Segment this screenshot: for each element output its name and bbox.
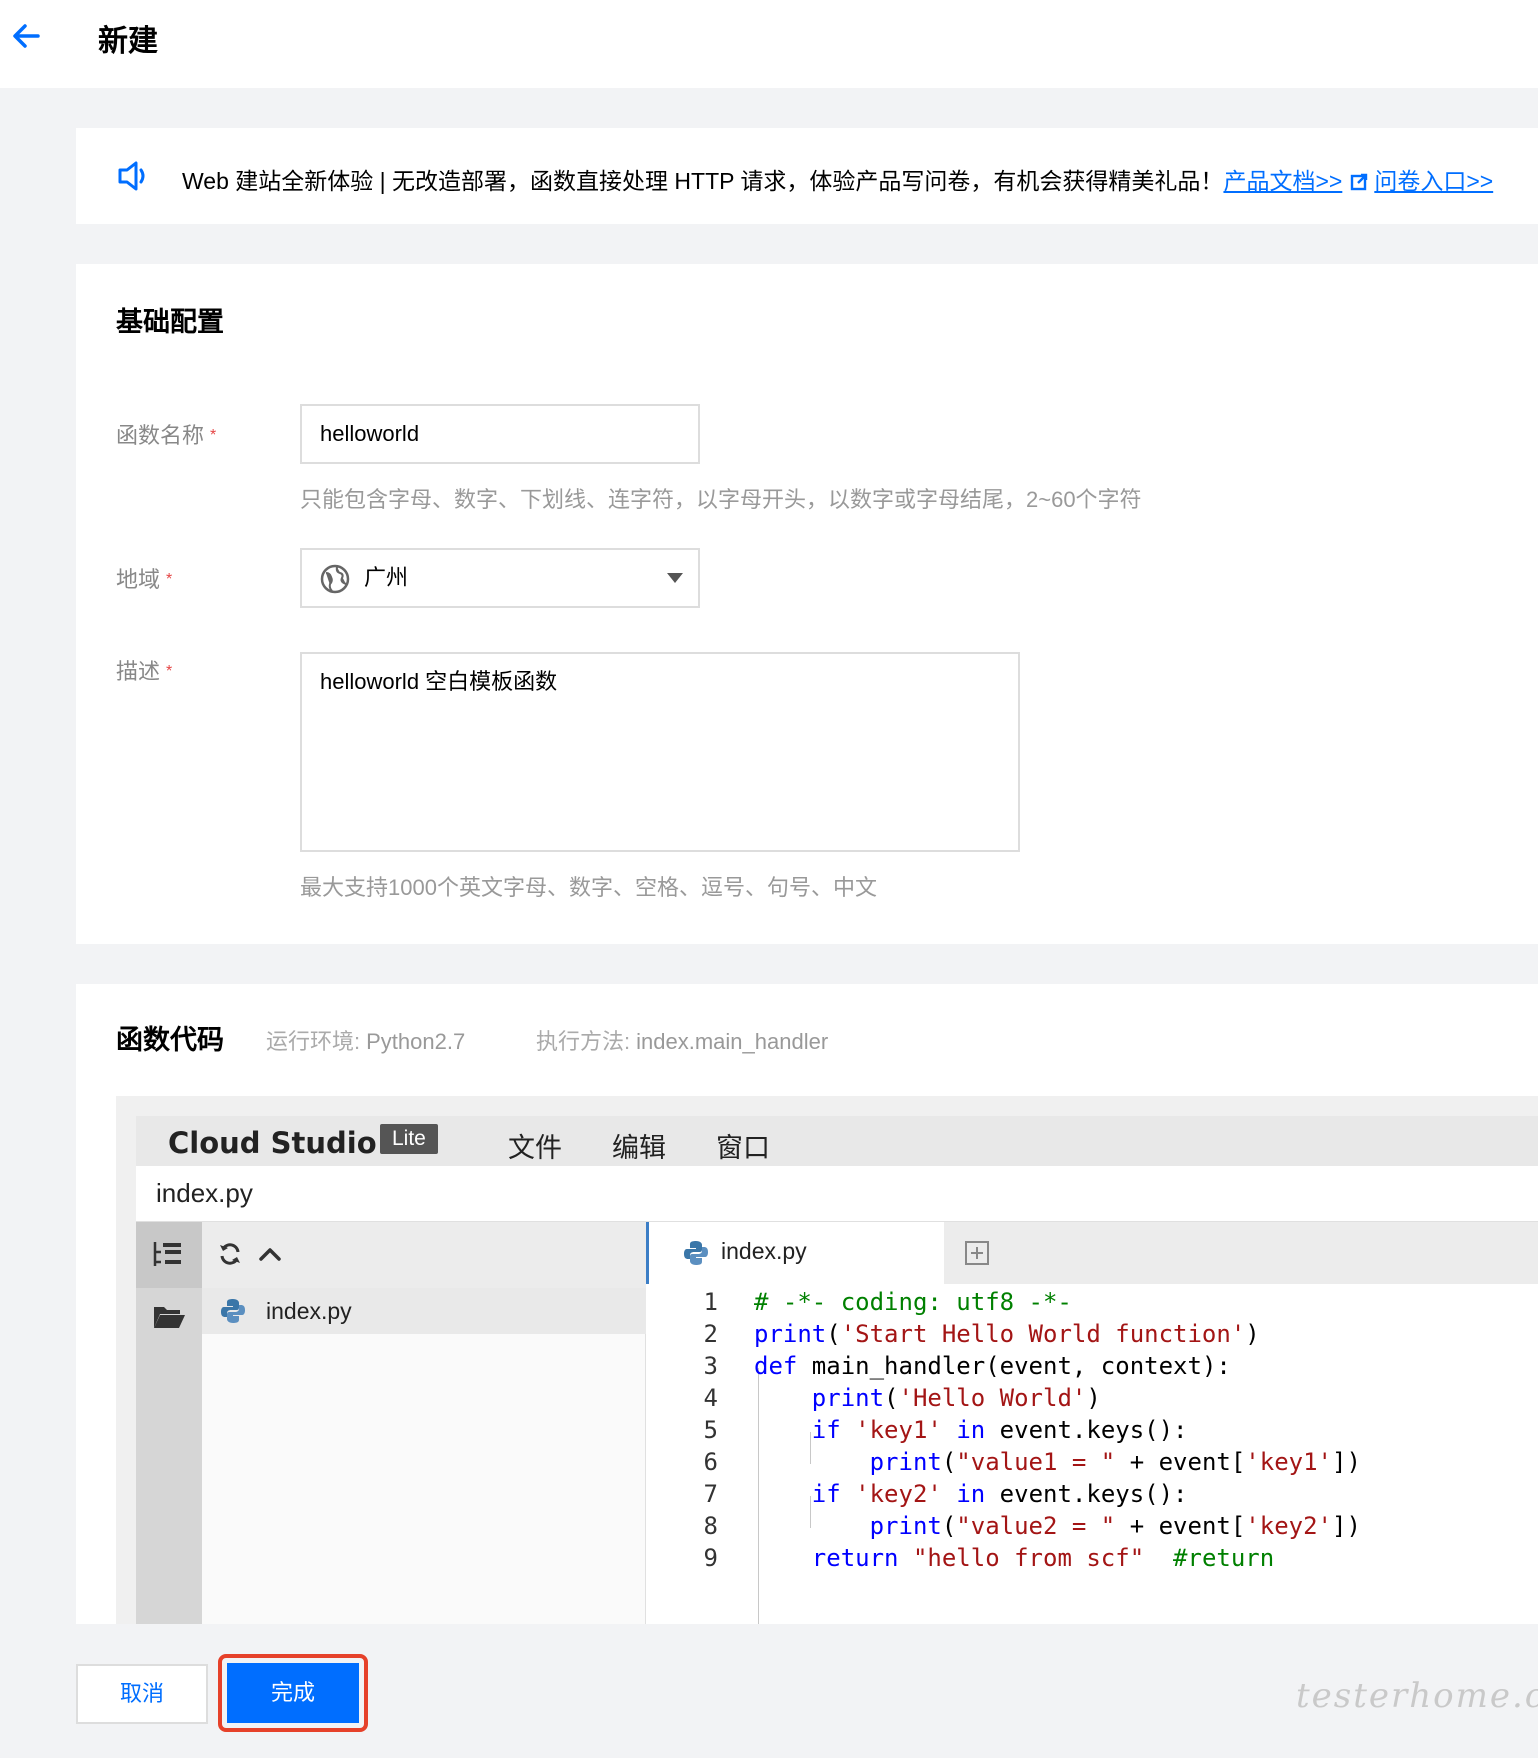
code-text: return "hello from scf" #return [811,1544,1275,1572]
line-number: 6 [703,1448,718,1476]
add-tab-icon[interactable] [964,1240,990,1266]
handler-value: index.main_handler [636,1029,829,1054]
explorer-file-item[interactable]: index.py [202,1288,646,1334]
collapse-up-icon[interactable] [258,1246,282,1262]
function-code-card: 函数代码 运行环境: Python2.7 执行方法: index.main_hand… [76,984,1538,1624]
notice-text-row: Web 建站全新体验 | 无改造部署，函数直接处理 HTTP 请求，体验产品写问… [182,162,1493,196]
function-code-title: 函数代码 [116,1025,224,1055]
line-number: 9 [703,1544,718,1572]
survey-link[interactable]: 问卷入口>> [1374,168,1493,194]
code-text: if 'key2' in event.keys(): [811,1480,1188,1508]
tree-list-icon [153,1242,181,1266]
watermark: testerhome.com [1296,1676,1538,1716]
handler-label: 执行方法: [536,1029,631,1054]
required-mark: * [166,663,173,680]
explorer-file-name: index.py [266,1298,352,1324]
menu-file[interactable]: 文件 [508,1126,562,1165]
refresh-icon[interactable] [218,1242,242,1266]
editor-tab-index-py[interactable]: index.py [646,1222,944,1284]
basic-config-title: 基础配置 [116,307,224,337]
line-number: 8 [703,1512,718,1540]
description-textarea[interactable]: helloworld 空白模板函数 [300,652,1020,852]
line-number: 7 [703,1480,718,1508]
handler-info: 执行方法: index.main_handler [536,1024,828,1056]
code-area[interactable]: 1 # -*- coding: utf8 -*- 2 print('Start He… [646,1284,1538,1624]
function-name-hint: 只能包含字母、数字、下划线、连字符，以字母开头，以数字或字母结尾，2~60个字符 [300,487,1142,512]
function-name-input[interactable]: helloworld [300,404,700,464]
top-bar: 新建 [0,0,1538,88]
python-file-icon [221,1299,245,1323]
menu-edit[interactable]: 编辑 [612,1126,666,1165]
description-label-text: 描述 [116,659,161,684]
line-number: 2 [703,1320,718,1348]
required-mark: * [166,571,173,588]
back-arrow-icon[interactable] [8,18,44,54]
notice-message: Web 建站全新体验 | 无改造部署，函数直接处理 HTTP 请求，体验产品写问… [182,168,1224,194]
globe-icon [320,564,350,594]
cancel-button[interactable]: 取消 [76,1664,208,1724]
code-text: if 'key1' in event.keys(): [811,1416,1188,1444]
line-number: 1 [703,1288,718,1316]
region-select[interactable]: 广州 [300,548,700,608]
cloud-studio-ide: Cloud Studio Lite 文件 编辑 窗口 index.py inde… [136,1116,1538,1624]
file-title: index.py [156,1178,253,1208]
runtime-value: Python2.7 [366,1029,466,1054]
code-text: print('Start Hello World function') [754,1320,1260,1348]
runtime-info: 运行环境: Python2.7 [266,1024,465,1056]
file-title-bar: index.py [136,1166,1538,1222]
ide-brand: Cloud Studio [168,1126,377,1160]
description-hint: 最大支持1000个英文字母、数字、空格、逗号、句号、中文 [300,875,877,900]
line-number: 5 [703,1416,718,1444]
editor-tabbar: index.py [646,1222,1538,1284]
function-name-label: 函数名称 * [116,418,216,450]
code-text: print("value1 = " + event['key1']) [869,1448,1361,1476]
dropdown-caret-icon [667,573,683,583]
explorer-toolbar [202,1222,646,1288]
code-editor: index.py 1 # -*- coding: utf8 -*- 2 print(… [646,1222,1538,1624]
folder-icon[interactable] [152,1304,186,1330]
activity-tree-button[interactable] [136,1222,202,1288]
code-text: print("value2 = " + event['key2']) [869,1512,1361,1540]
lite-badge: Lite [380,1124,438,1154]
function-name-label-text: 函数名称 [116,423,205,448]
basic-config-card: 基础配置 函数名称 * helloworld 只能包含字母、数字、下划线、连字符，… [76,264,1538,944]
region-label-text: 地域 [116,567,161,592]
line-number: 3 [703,1352,718,1380]
runtime-label: 运行环境: [266,1029,361,1054]
code-text: def main_handler(event, context): [754,1352,1231,1380]
done-button[interactable]: 完成 [227,1663,359,1723]
code-text: # -*- coding: utf8 -*- [754,1288,1072,1316]
file-explorer: index.py [202,1222,646,1624]
doc-link[interactable]: 产品文档>> [1223,168,1342,194]
line-number: 4 [703,1384,718,1412]
notice-banner: Web 建站全新体验 | 无改造部署，函数直接处理 HTTP 请求，体验产品写问… [76,128,1538,224]
required-mark: * [210,427,217,444]
activity-bar [136,1222,202,1624]
region-value: 广州 [364,565,409,590]
editor-tab-label: index.py [721,1238,807,1264]
python-file-icon [684,1241,708,1265]
external-link-icon[interactable] [1350,173,1368,191]
ide-frame: Cloud Studio Lite 文件 编辑 窗口 index.py inde… [116,1096,1538,1624]
speaker-icon [118,161,145,191]
page-title: 新建 [98,25,158,58]
menu-window[interactable]: 窗口 [716,1126,770,1165]
code-text: print('Hello World') [811,1384,1101,1412]
ide-menubar: Cloud Studio Lite 文件 编辑 窗口 [136,1116,1538,1166]
description-label: 描述 * [116,654,172,686]
region-label: 地域 * [116,562,172,594]
